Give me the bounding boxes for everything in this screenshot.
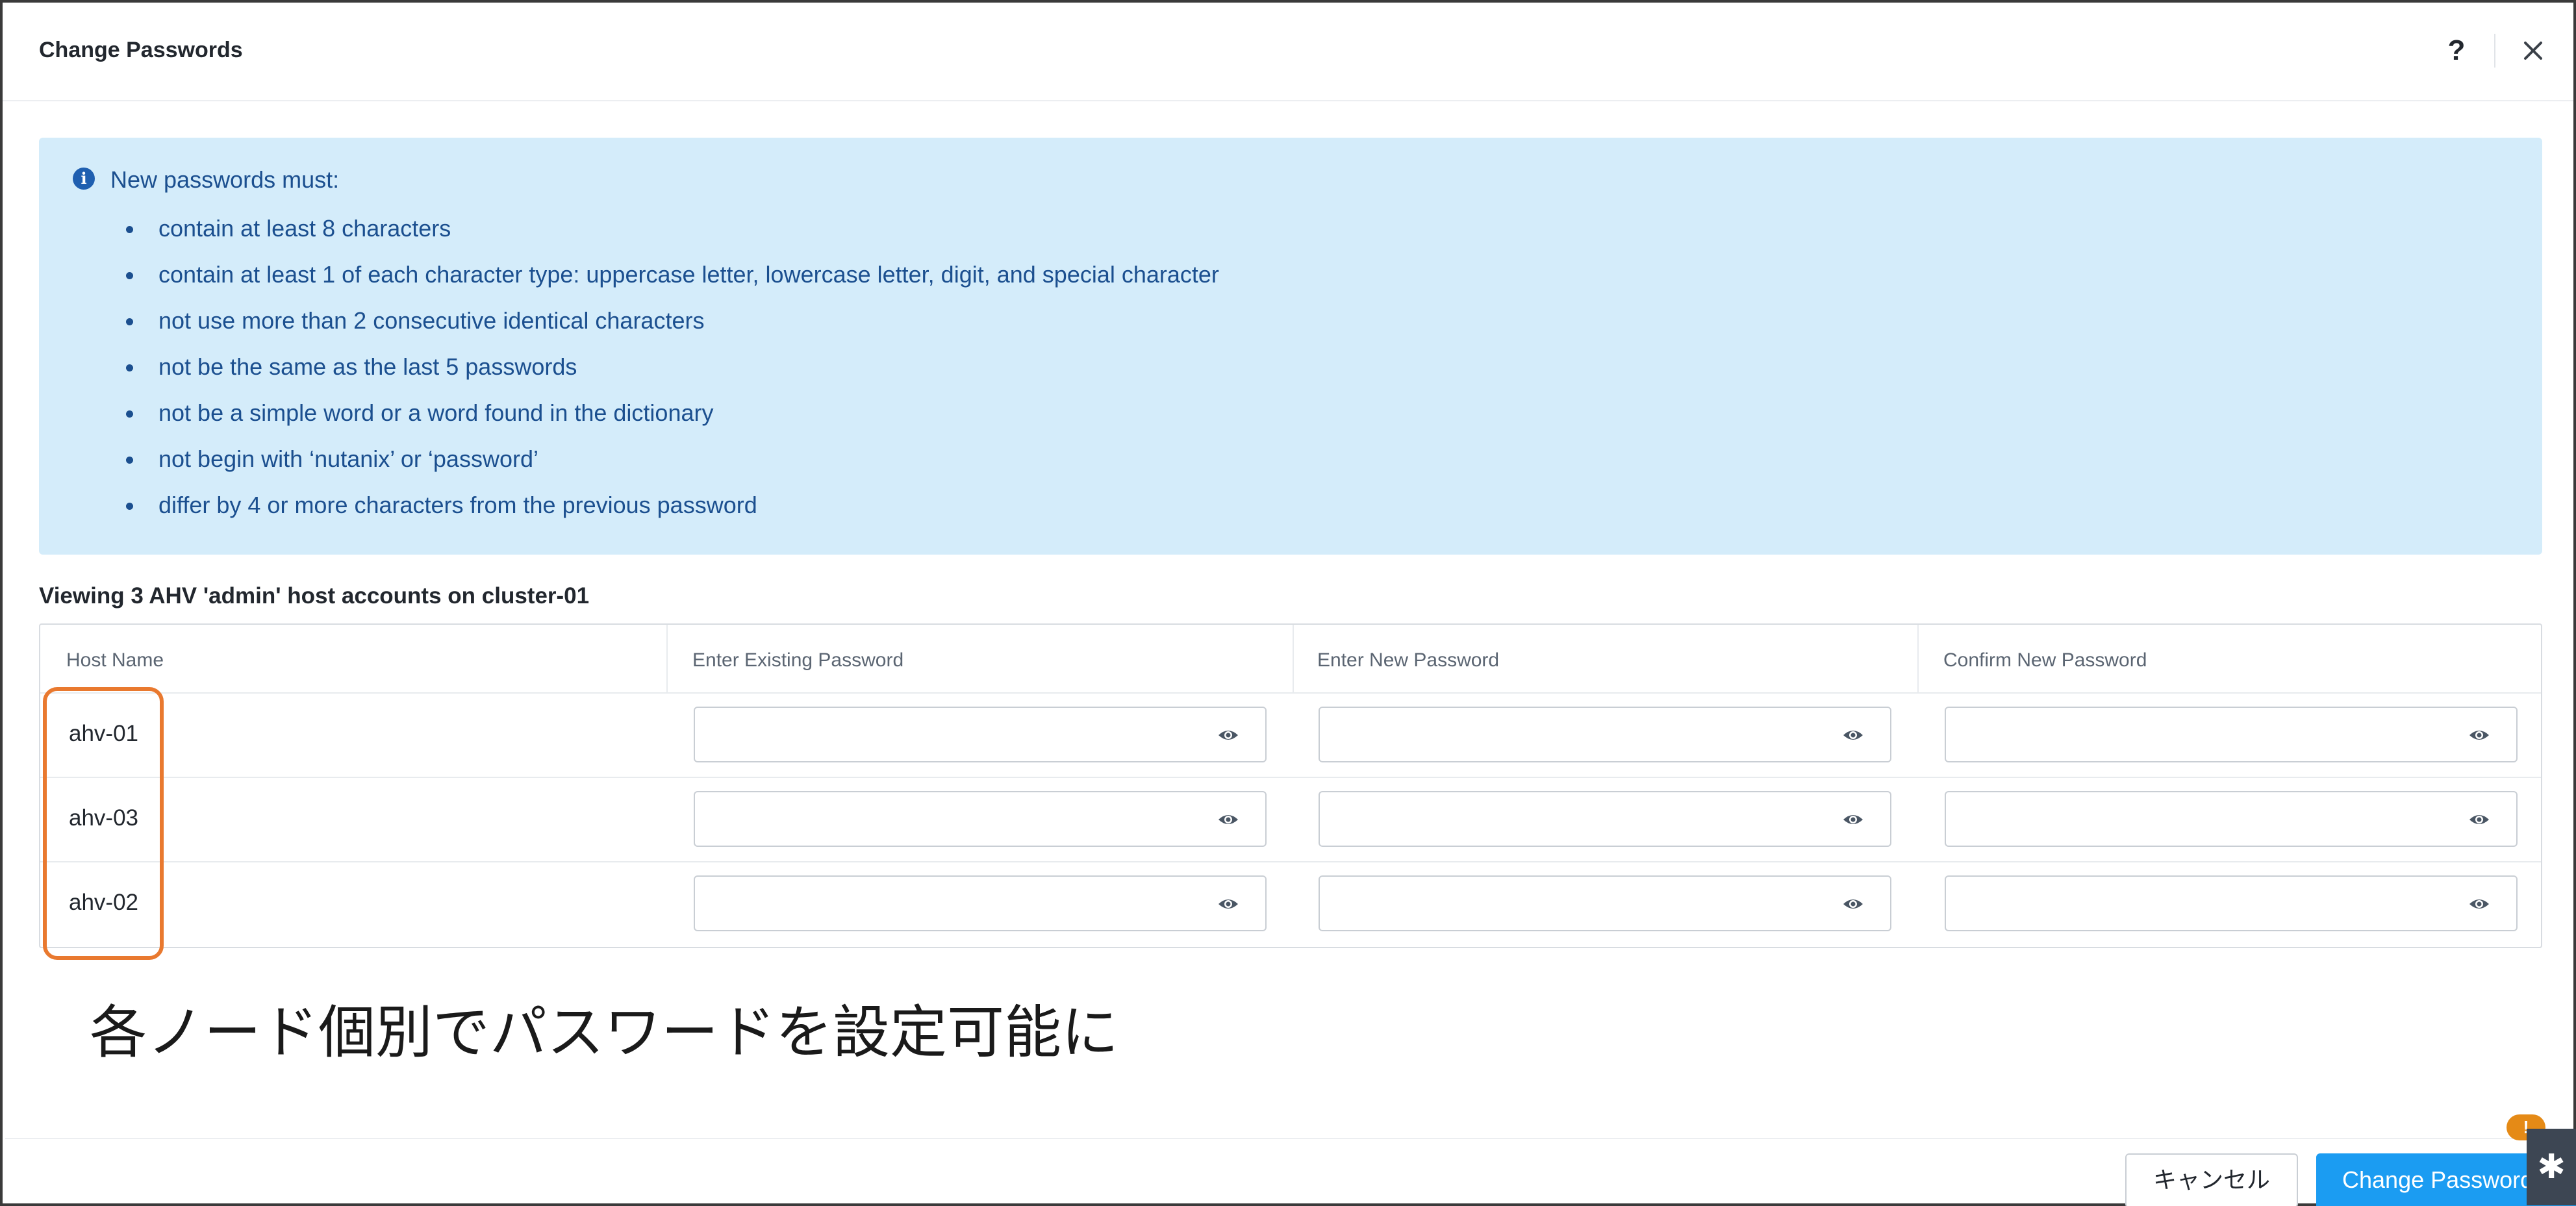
- eye-icon[interactable]: [1217, 894, 1239, 914]
- confirm-password-field[interactable]: [1945, 791, 2518, 847]
- confirm-password-input[interactable]: [1954, 714, 2460, 755]
- column-divider: [1917, 625, 1919, 692]
- row-divider: [40, 692, 2541, 694]
- existing-password-field[interactable]: [694, 707, 1267, 762]
- new-password-field[interactable]: [1319, 707, 1891, 762]
- password-requirements-box: i New passwords must: contain at least 8…: [39, 138, 2542, 555]
- table-caption: Viewing 3 AHV 'admin' host accounts on c…: [39, 583, 590, 609]
- help-button[interactable]: ?: [2442, 32, 2471, 69]
- requirement-item: not begin with ‘nutanix’ or ‘password’: [126, 446, 1219, 492]
- requirement-item: not be the same as the last 5 passwords: [126, 354, 1219, 400]
- confirm-password-input[interactable]: [1954, 883, 2460, 923]
- dialog: Change Passwords ? i New passwords must:…: [0, 0, 2576, 1206]
- eye-icon[interactable]: [1842, 894, 1864, 914]
- eye-icon[interactable]: [1217, 725, 1239, 745]
- column-header-host-name: Host Name: [66, 649, 164, 671]
- requirement-item: contain at least 8 characters: [126, 216, 1219, 262]
- eye-icon[interactable]: [2468, 725, 2490, 745]
- new-password-field[interactable]: [1319, 791, 1891, 847]
- dialog-title: Change Passwords: [39, 38, 243, 62]
- column-header-existing-password: Enter Existing Password: [692, 649, 904, 671]
- host-password-table: Host Name Enter Existing Password Enter …: [39, 623, 2542, 948]
- existing-password-input[interactable]: [703, 714, 1209, 755]
- existing-password-field[interactable]: [694, 875, 1267, 931]
- side-widget-icon[interactable]: ✱: [2527, 1129, 2576, 1205]
- confirm-password-input[interactable]: [1954, 799, 2460, 839]
- existing-password-input[interactable]: [703, 799, 1209, 839]
- cancel-button[interactable]: キャンセル: [2125, 1153, 2298, 1206]
- row-divider: [40, 861, 2541, 862]
- footer-divider: [5, 1138, 2576, 1139]
- eye-icon[interactable]: [1842, 725, 1864, 745]
- requirements-title: New passwords must:: [110, 166, 340, 193]
- requirement-item: differ by 4 or more characters from the …: [126, 492, 1219, 538]
- new-password-input[interactable]: [1328, 714, 1834, 755]
- requirement-item: not use more than 2 consecutive identica…: [126, 308, 1219, 354]
- new-password-input[interactable]: [1328, 799, 1834, 839]
- eye-icon[interactable]: [2468, 894, 2490, 914]
- eye-icon[interactable]: [2468, 810, 2490, 829]
- existing-password-field[interactable]: [694, 791, 1267, 847]
- row-divider: [40, 777, 2541, 778]
- eye-icon[interactable]: [1842, 810, 1864, 829]
- existing-password-input[interactable]: [703, 883, 1209, 923]
- new-password-input[interactable]: [1328, 883, 1834, 923]
- eye-icon[interactable]: [1217, 810, 1239, 829]
- host-name-highlight: [43, 687, 164, 960]
- confirm-password-field[interactable]: [1945, 707, 2518, 762]
- column-divider: [1293, 625, 1294, 692]
- requirements-list: contain at least 8 characters contain at…: [126, 216, 1219, 538]
- confirm-password-field[interactable]: [1945, 875, 2518, 931]
- close-icon: [2524, 42, 2542, 60]
- annotation-text: 各ノード個別でパスワードを設定可能に: [90, 999, 1119, 1066]
- requirement-item: not be a simple word or a word found in …: [126, 400, 1219, 446]
- info-icon: i: [73, 168, 95, 190]
- header-divider: [2494, 34, 2495, 68]
- column-header-new-password: Enter New Password: [1317, 649, 1500, 671]
- dialog-header: Change Passwords ?: [3, 3, 2573, 101]
- requirement-item: contain at least 1 of each character typ…: [126, 262, 1219, 308]
- new-password-field[interactable]: [1319, 875, 1891, 931]
- close-button[interactable]: [2518, 35, 2549, 66]
- column-header-confirm-password: Confirm New Password: [1943, 649, 2147, 671]
- column-divider: [666, 625, 668, 692]
